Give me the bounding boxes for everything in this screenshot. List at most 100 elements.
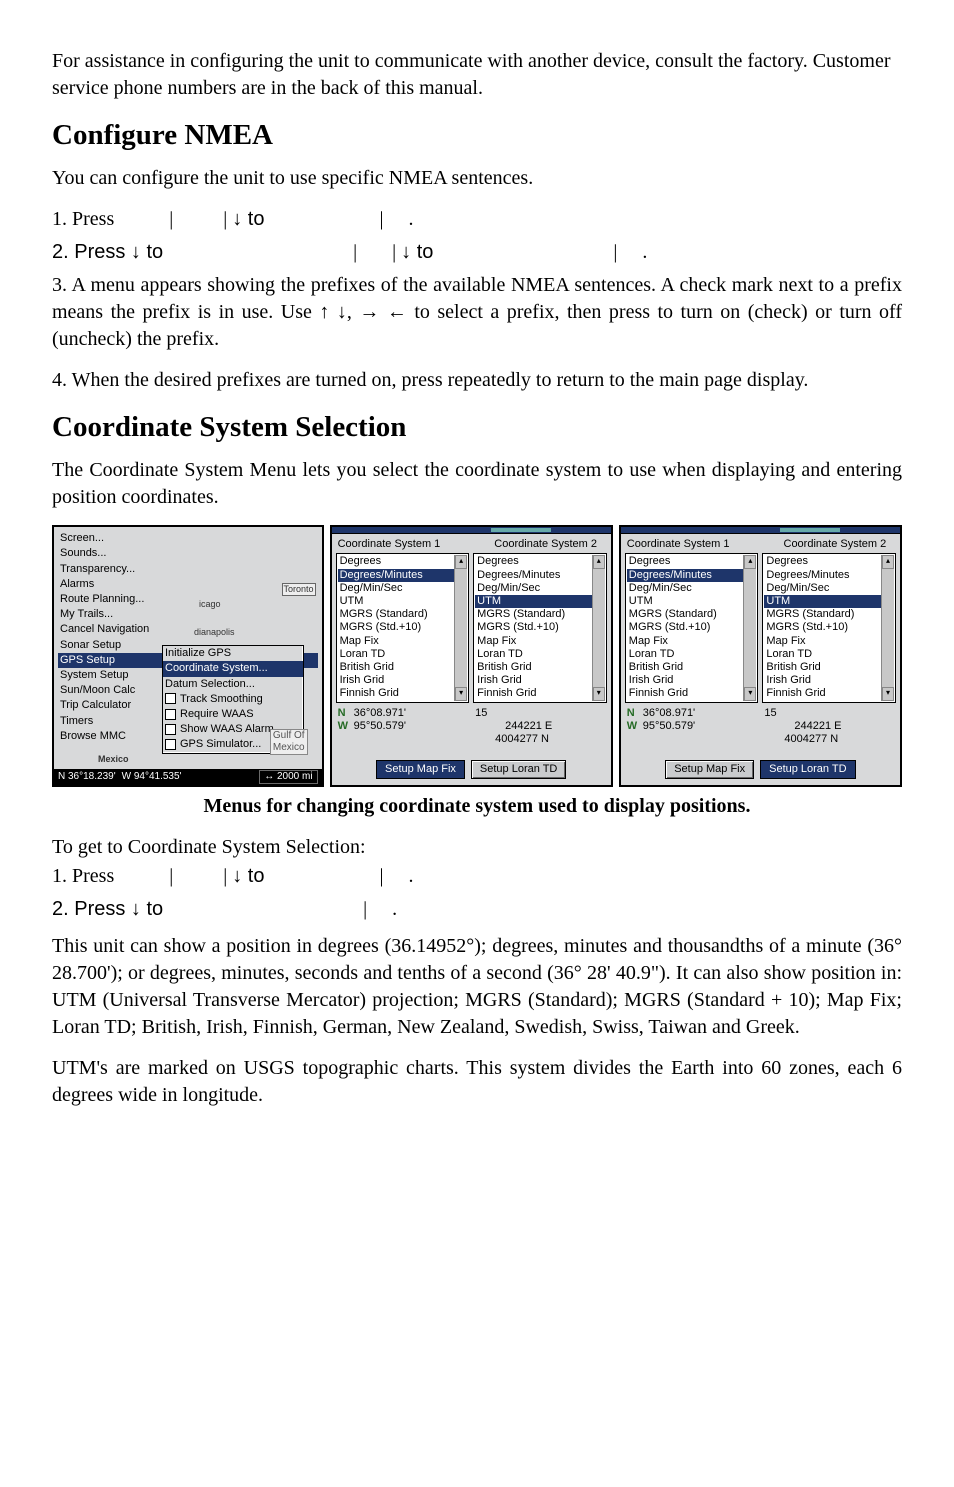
list-option[interactable]: MGRS (Standard) xyxy=(338,608,455,621)
list-option[interactable]: British Grid xyxy=(764,661,881,674)
scroll-up-icon[interactable]: ▴ xyxy=(744,555,756,569)
scrollbar[interactable]: ▴▾ xyxy=(881,555,894,700)
screenshot-menu-panel: Screen...Sounds...Transparency...AlarmsR… xyxy=(52,525,324,787)
listbox-system-1[interactable]: DegreesDegrees/MinutesDeg/Min/SecUTMMGRS… xyxy=(336,553,470,702)
list-option[interactable]: Map Fix xyxy=(475,635,592,648)
checkbox-icon xyxy=(165,693,176,704)
scrollbar[interactable]: ▴▾ xyxy=(454,555,467,700)
list-option[interactable]: Finnish Grid xyxy=(764,687,881,700)
coord-step-2: 2. Press ↓ to | . xyxy=(52,896,902,923)
list-option[interactable]: UTM xyxy=(475,595,592,608)
listbox-system-2[interactable]: DegreesDegrees/MinutesDeg/Min/SecUTMMGRS… xyxy=(473,553,607,702)
list-option[interactable]: Degrees xyxy=(338,555,455,568)
submenu-item[interactable]: Datum Selection... xyxy=(163,677,303,692)
list-option[interactable]: Degrees/Minutes xyxy=(338,569,455,582)
setup-map-fix-button[interactable]: Setup Map Fix xyxy=(665,760,754,779)
heading-coord-selection: Coordinate System Selection xyxy=(52,408,902,447)
nmea-step-1: 1. Press | | ↓ to | . xyxy=(52,206,902,233)
setup-map-fix-button[interactable]: Setup Map Fix xyxy=(376,760,465,779)
list-option[interactable]: Finnish Grid xyxy=(627,687,744,700)
utm-northing: 4004277 N xyxy=(764,733,894,746)
list-option[interactable]: MGRS (Standard) xyxy=(764,608,881,621)
list-option[interactable]: British Grid xyxy=(475,661,592,674)
scroll-up-icon[interactable]: ▴ xyxy=(455,555,467,569)
utm-zone: 15 xyxy=(475,707,605,720)
scrollbar[interactable]: ▴▾ xyxy=(743,555,756,700)
menu-item[interactable]: My Trails... xyxy=(58,607,318,622)
list-option[interactable]: MGRS (Std.+10) xyxy=(475,621,592,634)
checkbox-icon xyxy=(165,709,176,720)
scroll-down-icon[interactable]: ▾ xyxy=(593,687,605,701)
list-option[interactable]: Degrees xyxy=(627,555,744,568)
submenu-item[interactable]: Initialize GPS xyxy=(163,646,303,661)
nmea-desc: You can configure the unit to use specif… xyxy=(52,165,902,192)
figure-row: Screen...Sounds...Transparency...AlarmsR… xyxy=(52,525,902,787)
menu-item[interactable]: Screen... xyxy=(58,531,318,546)
list-option[interactable]: Map Fix xyxy=(764,635,881,648)
list-option[interactable]: Map Fix xyxy=(627,635,744,648)
list-option[interactable]: Degrees/Minutes xyxy=(627,569,744,582)
list-option[interactable]: MGRS (Standard) xyxy=(475,608,592,621)
utm-easting: 244221 E xyxy=(764,720,894,733)
list-option[interactable]: British Grid xyxy=(338,661,455,674)
list-option[interactable]: Deg/Min/Sec xyxy=(764,582,881,595)
setup-loran-td-button[interactable]: Setup Loran TD xyxy=(471,760,566,779)
menu-item[interactable]: Sounds... xyxy=(58,546,318,561)
list-option[interactable]: MGRS (Standard) xyxy=(627,608,744,621)
list-option[interactable]: Irish Grid xyxy=(475,674,592,687)
listbox-system-2[interactable]: DegreesDegrees/MinutesDeg/Min/SecUTMMGRS… xyxy=(762,553,896,702)
menu-item[interactable]: Route Planning... xyxy=(58,592,318,607)
list-option[interactable]: Irish Grid xyxy=(627,674,744,687)
panel-titlebar xyxy=(332,527,611,534)
list-option[interactable]: Deg/Min/Sec xyxy=(475,582,592,595)
list-option[interactable]: British Grid xyxy=(627,661,744,674)
list-option[interactable]: Irish Grid xyxy=(764,674,881,687)
list-option[interactable]: Finnish Grid xyxy=(338,687,455,700)
list-option[interactable]: Irish Grid xyxy=(338,674,455,687)
menu-item[interactable]: Transparency... xyxy=(58,562,318,577)
list-option[interactable]: Degrees xyxy=(764,555,881,568)
list-option[interactable]: MGRS (Std.+10) xyxy=(338,621,455,634)
scroll-down-icon[interactable]: ▾ xyxy=(744,687,756,701)
list-option[interactable]: UTM xyxy=(338,595,455,608)
scroll-up-icon[interactable]: ▴ xyxy=(882,555,894,569)
coord-n-value: 36°08.971' xyxy=(354,707,406,720)
nmea-step-4: 4. When the desired prefixes are turned … xyxy=(52,367,902,394)
col-header-2: Coordinate System 2 xyxy=(494,538,597,551)
status-bar: N 36°18.239' W 94°41.535' ↔ 2000 mi xyxy=(54,769,322,785)
list-option[interactable]: Loran TD xyxy=(475,648,592,661)
list-option[interactable]: MGRS (Std.+10) xyxy=(627,621,744,634)
map-city-indianapolis: dianapolis xyxy=(194,627,235,638)
map-city-chicago: icago xyxy=(199,599,221,610)
list-option[interactable]: Degrees/Minutes xyxy=(764,569,881,582)
list-option[interactable]: MGRS (Std.+10) xyxy=(764,621,881,634)
scroll-up-icon[interactable]: ▴ xyxy=(593,555,605,569)
listbox-system-1[interactable]: DegreesDegrees/MinutesDeg/Min/SecUTMMGRS… xyxy=(625,553,759,702)
setup-loran-td-button[interactable]: Setup Loran TD xyxy=(760,760,855,779)
menu-item[interactable]: Alarms xyxy=(58,577,318,592)
submenu-item[interactable]: Coordinate System... xyxy=(163,661,303,676)
status-lat: N 36°18.239' xyxy=(58,771,116,783)
list-option[interactable]: UTM xyxy=(627,595,744,608)
map-label-mexico: Mexico xyxy=(98,754,129,765)
list-option[interactable]: Degrees/Minutes xyxy=(475,569,592,582)
scrollbar[interactable]: ▴▾ xyxy=(592,555,605,700)
list-option[interactable]: Loran TD xyxy=(764,648,881,661)
coord-formats-paragraph: This unit can show a position in degrees… xyxy=(52,933,902,1041)
list-option[interactable]: Finnish Grid xyxy=(475,687,592,700)
nmea-step-2: 2. Press ↓ to | | ↓ to | . xyxy=(52,239,902,266)
menu-item[interactable]: Cancel Navigation xyxy=(58,622,318,637)
step-text: 1. Press xyxy=(52,208,114,230)
heading-configure-nmea: Configure NMEA xyxy=(52,116,902,155)
submenu-item[interactable]: Require WAAS xyxy=(163,707,303,722)
list-option[interactable]: Deg/Min/Sec xyxy=(627,582,744,595)
list-option[interactable]: UTM xyxy=(764,595,881,608)
list-option[interactable]: Map Fix xyxy=(338,635,455,648)
list-option[interactable]: Loran TD xyxy=(338,648,455,661)
submenu-item[interactable]: Track Smoothing xyxy=(163,692,303,707)
list-option[interactable]: Loran TD xyxy=(627,648,744,661)
list-option[interactable]: Degrees xyxy=(475,555,592,568)
scroll-down-icon[interactable]: ▾ xyxy=(882,687,894,701)
list-option[interactable]: Deg/Min/Sec xyxy=(338,582,455,595)
scroll-down-icon[interactable]: ▾ xyxy=(455,687,467,701)
